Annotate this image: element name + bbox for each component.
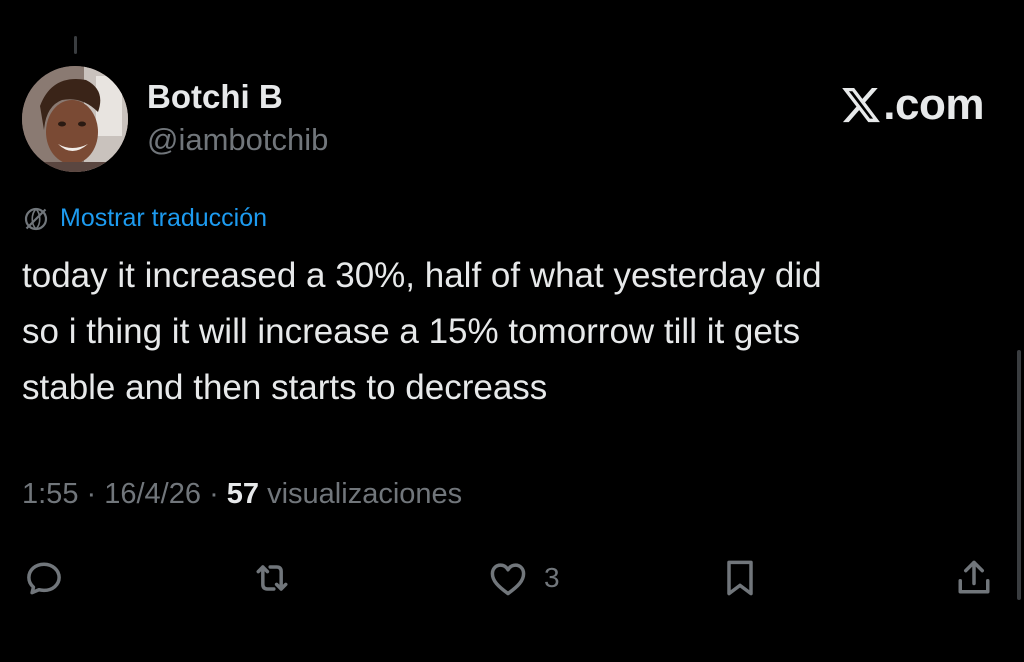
tweet-metadata: 1:55 · 16/4/26 · 57 visualizaciones [22, 478, 462, 511]
thread-connector-line [74, 36, 77, 54]
show-translation-link[interactable]: Mostrar traducción [22, 204, 267, 233]
bookmark-button[interactable] [718, 552, 762, 604]
globe-icon [24, 207, 48, 230]
repost-button[interactable] [250, 552, 294, 604]
brand-domain-suffix: .com [883, 80, 984, 129]
repost-icon [256, 565, 288, 591]
views-label: visualizaciones [267, 478, 463, 510]
meta-separator: · [86, 478, 105, 510]
scrollbar[interactable] [1017, 350, 1021, 600]
tweet-text: today it increased a 30%, half of what y… [22, 256, 822, 407]
reply-button[interactable] [22, 552, 66, 604]
reply-icon [27, 562, 61, 595]
author-handle[interactable]: @iambotchib [147, 122, 328, 158]
avatar[interactable] [22, 66, 128, 172]
user-avatar-photo [22, 66, 128, 172]
share-button[interactable] [952, 552, 996, 604]
show-translation-label: Mostrar traducción [60, 204, 268, 232]
views-count: 57 [226, 478, 260, 510]
x-logo-icon [842, 87, 881, 123]
heart-icon [490, 563, 526, 596]
tweet-action-bar: 3 [0, 552, 1024, 604]
tweet-date[interactable]: 16/4/26 [104, 478, 201, 510]
tweet-time[interactable]: 1:55 [22, 478, 78, 510]
author-display-name[interactable]: Botchi B [147, 78, 283, 116]
brand-watermark: .com [840, 80, 984, 130]
share-icon [958, 560, 990, 594]
bookmark-icon [727, 560, 753, 596]
like-count: 3 [544, 562, 560, 593]
like-button[interactable]: 3 [486, 552, 560, 604]
meta-separator: · [209, 478, 227, 510]
